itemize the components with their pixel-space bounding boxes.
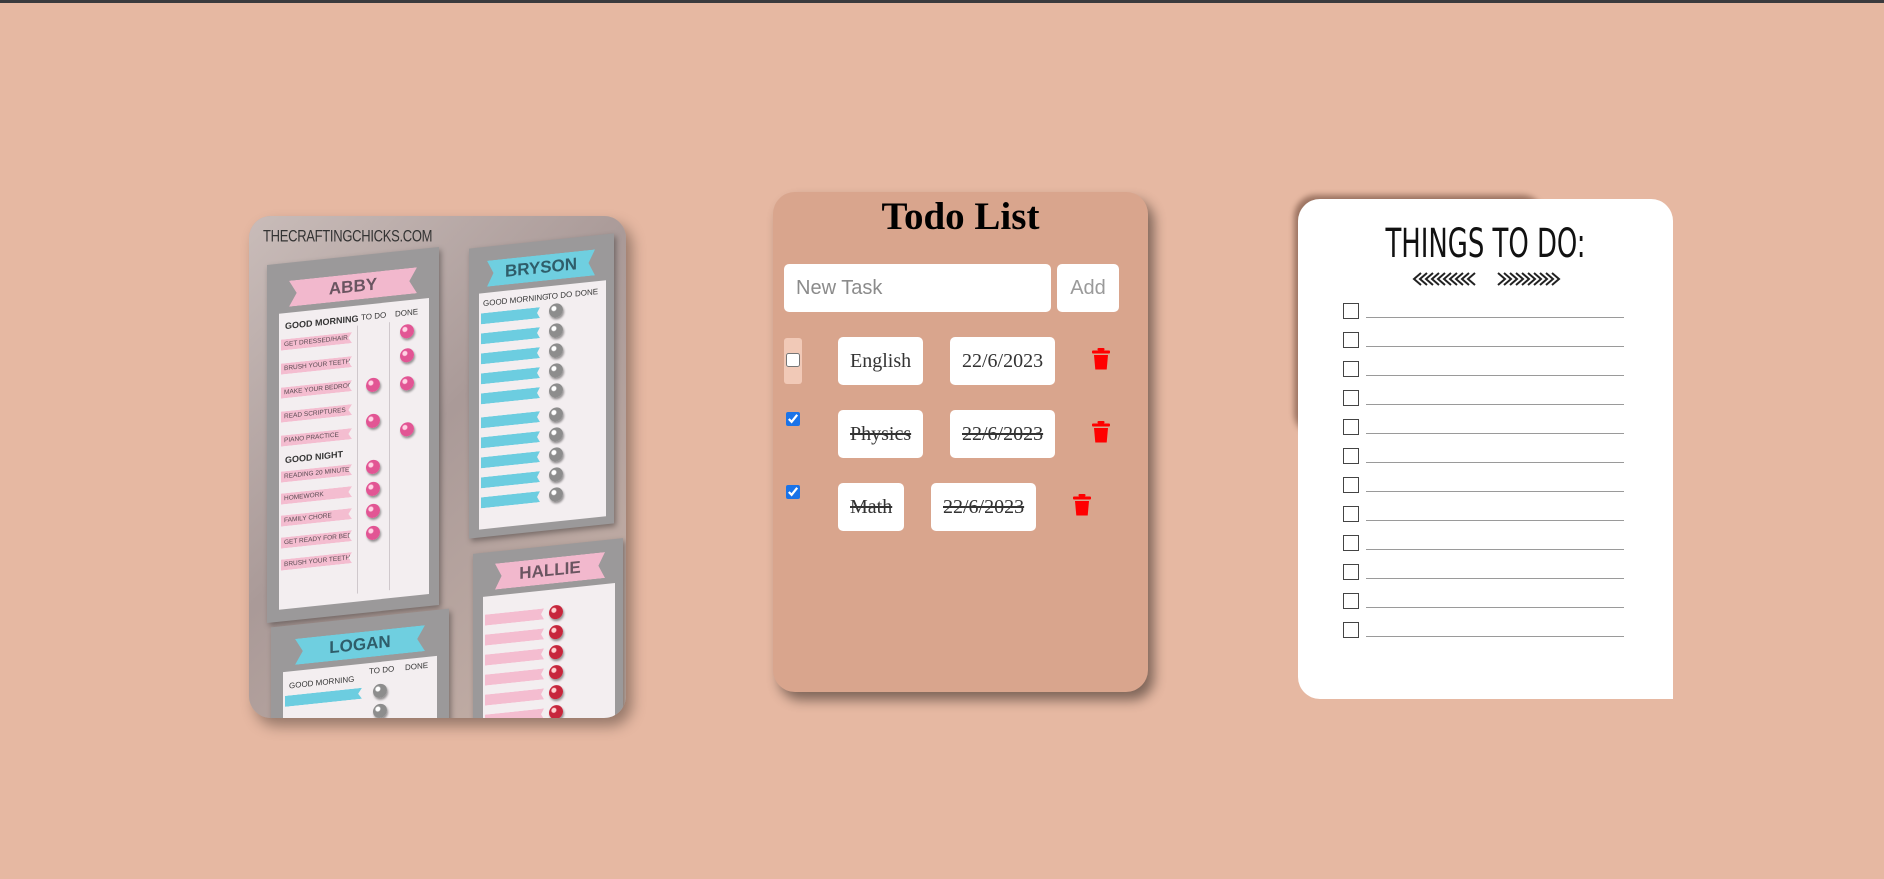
todo-card: Todo List Add English 22/6/2023 Physics … <box>773 192 1148 692</box>
magnet <box>549 704 563 718</box>
blank-line <box>1366 549 1624 550</box>
chart-abby-divider <box>389 322 390 591</box>
blank-line <box>1366 404 1624 405</box>
blank-checkbox-icon <box>1343 303 1359 319</box>
task-name: Physics <box>838 410 924 458</box>
blank-line <box>1366 636 1624 637</box>
blank-line <box>1366 346 1624 347</box>
task-name: English <box>838 337 924 385</box>
task-date: 22/6/2023 <box>931 483 1037 531</box>
chart-abby-divider <box>357 325 358 594</box>
blank-line <box>1366 520 1624 521</box>
blank-checkbox-icon <box>1343 564 1359 580</box>
blank-line <box>1366 317 1624 318</box>
new-task-input[interactable] <box>784 264 1051 312</box>
blank-line <box>1366 578 1624 579</box>
chart-hallie: HALLIE <box>473 538 623 718</box>
chore-chart-photo: THECRAFTINGCHICKS.COM ABBY GOOD MORNING … <box>249 216 626 718</box>
photo-watermark: THECRAFTINGCHICKS.COM <box>263 226 433 246</box>
blank-line <box>1366 462 1624 463</box>
blank-checkbox-icon <box>1343 448 1359 464</box>
task-checkbox[interactable] <box>786 412 800 426</box>
chevron-right-ornament-icon <box>1497 272 1561 286</box>
trash-icon[interactable] <box>1091 421 1111 443</box>
blank-checkbox-icon <box>1343 390 1359 406</box>
add-task-button[interactable]: Add <box>1057 264 1119 312</box>
blank-line <box>1366 607 1624 608</box>
todo-title: Todo List <box>881 195 1040 238</box>
chart-abby: ABBY GOOD MORNING TO DO DONE GET DRESSED… <box>267 246 439 624</box>
blank-checkbox-icon <box>1343 622 1359 638</box>
window-top-border <box>0 0 1884 3</box>
trash-icon[interactable] <box>1091 348 1111 370</box>
blank-checkbox-icon <box>1343 332 1359 348</box>
chart-bryson: BRYSON GOOD MORNING TO DO DONE <box>469 233 614 539</box>
blank-checkbox-icon <box>1343 506 1359 522</box>
things-to-do-sheet: THINGS TO DO: <box>1298 199 1673 699</box>
chart-bryson-banner: BRYSON <box>487 249 595 286</box>
trash-icon[interactable] <box>1072 494 1092 516</box>
chart-logan: LOGAN GOOD MORNING TO DO DONE <box>271 608 449 718</box>
blank-checkbox-icon <box>1343 535 1359 551</box>
chart-hallie-banner: HALLIE <box>495 552 605 590</box>
task-name: Math <box>838 483 905 531</box>
blank-checkbox-icon <box>1343 361 1359 377</box>
blank-line <box>1366 491 1624 492</box>
blank-line <box>1366 433 1624 434</box>
blank-checkbox-icon <box>1343 419 1359 435</box>
task-date: 22/6/2023 <box>950 410 1056 458</box>
chevron-left-ornament-icon <box>1412 272 1476 286</box>
task-checkbox[interactable] <box>786 353 800 367</box>
blank-checkbox-icon <box>1343 477 1359 493</box>
blank-checkbox-icon <box>1343 593 1359 609</box>
task-checkbox[interactable] <box>786 485 800 499</box>
things-title: THINGS TO DO: <box>1385 221 1586 267</box>
task-date: 22/6/2023 <box>950 337 1056 385</box>
blank-line <box>1366 375 1624 376</box>
